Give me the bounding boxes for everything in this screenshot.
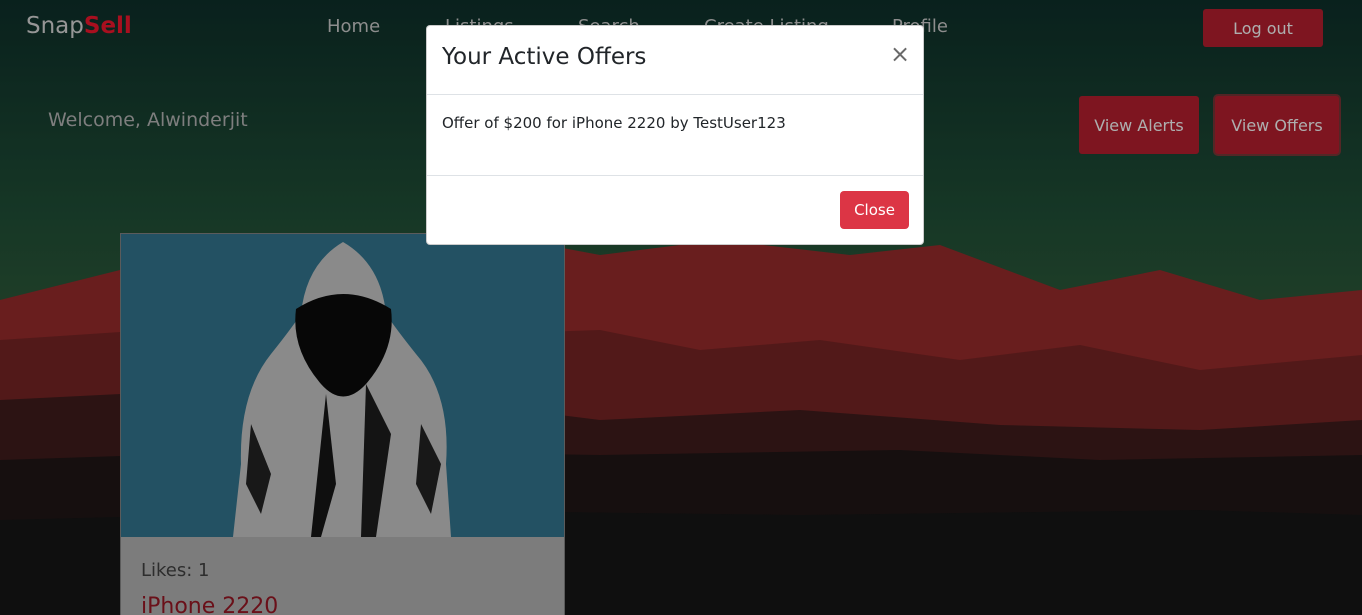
- close-button[interactable]: Close: [840, 191, 909, 229]
- modal-header: Your Active Offers ×: [427, 26, 923, 95]
- modal-title: Your Active Offers: [442, 44, 647, 70]
- close-icon[interactable]: ×: [890, 42, 910, 66]
- active-offers-modal: Your Active Offers × Offer of $200 for i…: [426, 25, 924, 245]
- modal-footer: Close: [427, 176, 923, 245]
- offer-item: Offer of $200 for iPhone 2220 by TestUse…: [442, 114, 786, 132]
- modal-body: Offer of $200 for iPhone 2220 by TestUse…: [427, 95, 923, 176]
